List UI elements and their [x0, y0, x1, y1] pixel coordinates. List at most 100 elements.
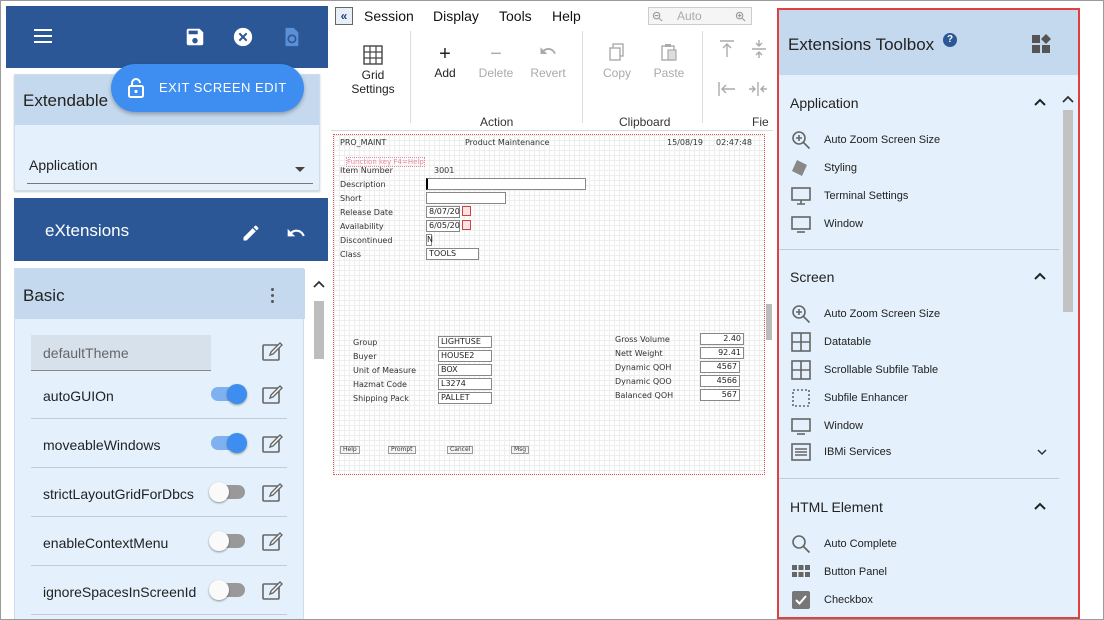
align-left-button[interactable] — [717, 79, 737, 103]
help-icon[interactable]: ? — [943, 33, 957, 47]
description-field[interactable] — [426, 178, 586, 190]
extensions-toolbox: Extensions Toolbox ? Application Auto Zo… — [777, 8, 1080, 619]
chevron-up-icon[interactable] — [1033, 97, 1047, 107]
paint-icon — [792, 160, 807, 176]
extendable-select[interactable]: Application — [29, 157, 98, 173]
align-top-button[interactable] — [717, 39, 737, 63]
screen-canvas[interactable]: PRO_MAINT Product Maintenance 15/08/19 0… — [333, 134, 765, 475]
fkey-help[interactable]: Help — [340, 446, 360, 454]
toggle-switch[interactable] — [209, 482, 245, 502]
toggle-switch[interactable] — [209, 580, 245, 600]
dyn-qoo-field[interactable]: 4566 — [700, 375, 740, 387]
theme-input[interactable]: defaultTheme — [31, 335, 211, 371]
discontinued-field[interactable]: N — [426, 234, 433, 246]
checkbox-icon — [792, 591, 810, 609]
toolbox-item[interactable]: Button Panel — [791, 562, 1051, 584]
fkey-prompt[interactable]: Prompt — [388, 446, 416, 454]
section-title: HTML Element — [790, 499, 883, 515]
restore-file-icon[interactable] — [280, 26, 302, 48]
edit-icon[interactable] — [261, 530, 285, 554]
label-item-number: Item Number — [340, 166, 393, 175]
zoom-select[interactable]: Auto — [648, 7, 752, 25]
chevron-up-icon[interactable] — [1033, 271, 1047, 281]
menu-help[interactable]: Help — [552, 8, 581, 24]
edit-icon[interactable] — [261, 579, 285, 603]
center-scrollbar[interactable] — [766, 304, 772, 340]
dropdown-arrow-icon[interactable] — [295, 167, 305, 172]
close-icon[interactable] — [232, 26, 254, 48]
add-button[interactable]: + Add — [425, 42, 465, 80]
bal-qoh-field[interactable]: 567 — [700, 389, 740, 401]
more-options-icon[interactable] — [271, 288, 275, 304]
toolbox-item[interactable]: Checkbox — [791, 590, 1051, 612]
nett-weight-field[interactable]: 92.41 — [700, 347, 744, 359]
pencil-icon[interactable] — [241, 223, 261, 243]
toolbox-item[interactable]: Auto Zoom Screen Size — [791, 304, 1051, 326]
fkey-cancel[interactable]: Cancel — [447, 446, 474, 454]
edit-icon[interactable] — [261, 383, 285, 407]
align-center-button[interactable] — [747, 79, 769, 103]
scroll-thumb[interactable] — [1063, 110, 1073, 312]
copy-button[interactable]: Copy — [595, 42, 639, 80]
uom-field[interactable]: BOX — [438, 364, 492, 376]
edit-icon[interactable] — [261, 341, 285, 363]
menu-icon[interactable] — [34, 26, 56, 48]
exit-screen-edit-button[interactable]: EXIT SCREEN EDIT — [111, 64, 304, 112]
label-shipping: Shipping Pack — [353, 394, 409, 403]
label-nett-weight: Nett Weight — [615, 349, 663, 358]
dyn-qoh-field[interactable]: 4567 — [700, 361, 740, 373]
chevron-up-icon[interactable] — [1033, 501, 1047, 511]
gross-volume-field[interactable]: 2.40 — [700, 333, 744, 345]
toolbox-scrollbar[interactable] — [1061, 92, 1075, 617]
release-date-field[interactable]: 8/07/20 — [426, 206, 460, 218]
chevron-up-icon[interactable] — [313, 279, 325, 289]
availability-field[interactable]: 6/05/20 — [426, 220, 460, 232]
group-field[interactable]: LIGHTUSE — [438, 336, 492, 348]
toolbox-item[interactable]: Terminal Settings — [791, 186, 1051, 208]
short-field[interactable] — [426, 192, 506, 204]
grid-settings-button[interactable]: Grid Settings — [343, 44, 403, 96]
calendar-icon[interactable] — [462, 220, 471, 230]
revert-button[interactable]: Revert — [524, 42, 572, 80]
undo-icon[interactable] — [285, 223, 307, 243]
toolbox-item[interactable]: Window — [791, 214, 1051, 236]
zoom-out-icon[interactable] — [652, 11, 663, 22]
revert-label: Revert — [530, 66, 566, 80]
hazmat-field[interactable]: L3274 — [438, 378, 492, 390]
chevron-up-icon[interactable] — [1062, 94, 1074, 104]
toolbox-item[interactable]: Datatable — [791, 332, 1051, 354]
align-middle-button[interactable] — [749, 39, 769, 63]
toggle-switch[interactable] — [209, 531, 245, 551]
toolbox-item[interactable]: Window — [791, 416, 1051, 438]
window-icon — [791, 216, 811, 233]
toolbox-item[interactable]: Auto Zoom Screen Size — [791, 130, 1051, 152]
label-uom: Unit of Measure — [353, 366, 417, 375]
edit-icon[interactable] — [261, 481, 285, 505]
buyer-field[interactable]: HOUSE2 — [438, 350, 492, 362]
delete-button[interactable]: − Delete — [472, 42, 520, 80]
label-hazmat: Hazmat Code — [353, 380, 407, 389]
collapse-left-icon[interactable]: « — [335, 7, 353, 25]
toolbox-item[interactable]: IBMi Services — [791, 442, 1051, 464]
paste-button[interactable]: Paste — [647, 42, 691, 80]
chevron-down-icon[interactable] — [1037, 449, 1047, 456]
toolbox-item[interactable]: Styling — [791, 158, 1051, 180]
toggle-switch[interactable] — [211, 384, 247, 404]
scroll-thumb[interactable] — [314, 301, 324, 359]
toggle-switch[interactable] — [211, 433, 247, 453]
menu-session[interactable]: Session — [364, 8, 414, 24]
fkey-msg[interactable]: Msg — [511, 446, 530, 454]
dashboard-icon[interactable] — [1031, 34, 1051, 54]
toolbox-item[interactable]: Auto Complete — [791, 534, 1051, 556]
class-field[interactable]: TOOLS — [426, 248, 479, 260]
shipping-field[interactable]: PALLET — [438, 392, 492, 404]
toolbox-item[interactable]: Subfile Enhancer — [791, 388, 1051, 410]
edit-icon[interactable] — [261, 432, 285, 456]
calendar-icon[interactable] — [462, 206, 471, 216]
menu-tools[interactable]: Tools — [499, 8, 532, 24]
save-icon[interactable] — [184, 26, 206, 48]
basic-scrollbar[interactable] — [311, 273, 327, 619]
toolbox-item[interactable]: Scrollable Subfile Table — [791, 360, 1051, 382]
zoom-in-icon[interactable] — [735, 11, 746, 22]
menu-display[interactable]: Display — [433, 8, 479, 24]
